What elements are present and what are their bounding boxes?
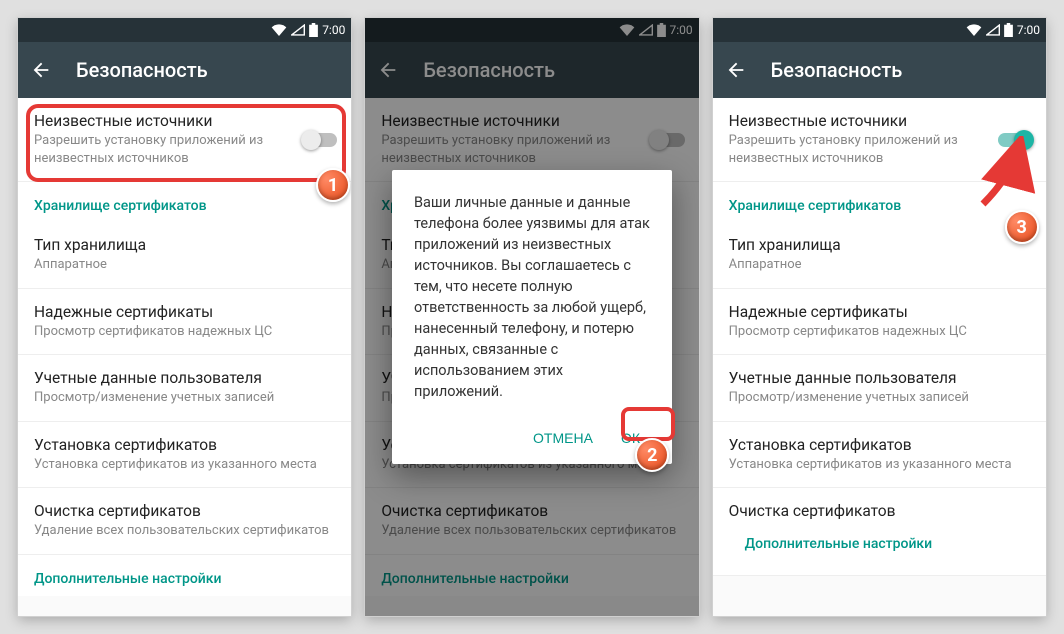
annotation-badge-1: 1 — [316, 168, 350, 202]
settings-list: Неизвестные источники Разрешить установк… — [713, 98, 1046, 576]
row-clear-certs[interactable]: Очистка сертификатов Удаление всех польз… — [18, 488, 351, 555]
row-trusted-certs[interactable]: Надежные сертификаты Просмотр сертификат… — [713, 289, 1046, 356]
row-user-creds[interactable]: Учетные данные пользователя Просмотр/изм… — [713, 355, 1046, 422]
row-trusted-certs[interactable]: Надежные сертификаты Просмотр сертификат… — [18, 289, 351, 356]
back-icon[interactable] — [725, 59, 747, 81]
status-bar: 7:00 — [18, 18, 351, 42]
phone-screen-1: 7:00 Безопасность Неизвестные источники … — [18, 18, 351, 616]
row-install-certs[interactable]: Установка сертификатов Установка сертифи… — [18, 422, 351, 489]
section-advanced: Дополнительные настройки — [18, 555, 351, 596]
row-subtitle: Разрешить установку приложений из неизве… — [34, 132, 335, 167]
settings-list: Неизвестные источники Разрешить установк… — [18, 98, 351, 596]
row-install-certs[interactable]: Установка сертификатов Установка сертифи… — [713, 422, 1046, 489]
signal-icon — [986, 24, 1000, 36]
section-cert-storage: Хранилище сертификатов — [18, 182, 351, 222]
signal-icon — [291, 24, 305, 36]
page-title: Безопасность — [771, 58, 903, 82]
battery-icon — [309, 23, 318, 37]
row-title: Неизвестные источники — [34, 112, 335, 130]
row-unknown-sources[interactable]: Неизвестные источники Разрешить установк… — [18, 98, 351, 182]
status-bar: 7:00 — [713, 18, 1046, 42]
phone-screen-2: 7:00 Безопасность Неизвестные источники … — [365, 18, 698, 616]
page-title: Безопасность — [76, 58, 208, 82]
row-storage-type[interactable]: Тип хранилища Аппаратное — [713, 222, 1046, 289]
app-bar: Безопасность — [18, 42, 351, 98]
battery-icon — [1004, 23, 1013, 37]
wifi-icon — [271, 24, 287, 36]
row-user-creds[interactable]: Учетные данные пользователя Просмотр/изм… — [18, 355, 351, 422]
unknown-sources-toggle[interactable] — [998, 133, 1032, 147]
back-icon[interactable] — [30, 59, 52, 81]
unknown-sources-toggle[interactable] — [303, 133, 337, 147]
row-storage-type[interactable]: Тип хранилища Аппаратное — [18, 222, 351, 289]
confirm-dialog: Ваши личные данные и данные телефона бол… — [392, 170, 672, 464]
phone-screen-3: 7:00 Безопасность Неизвестные источники … — [713, 18, 1046, 616]
status-time: 7:00 — [1017, 23, 1040, 37]
row-clear-certs[interactable]: Очистка сертификатов Дополнительные наст… — [713, 488, 1046, 576]
modal-overlay: Ваши личные данные и данные телефона бол… — [365, 18, 698, 616]
dialog-text: Ваши личные данные и данные телефона бол… — [414, 192, 650, 402]
row-unknown-sources[interactable]: Неизвестные источники Разрешить установк… — [713, 98, 1046, 182]
section-cert-storage: Хранилище сертификатов — [713, 182, 1046, 222]
annotation-badge-3: 3 — [1005, 210, 1039, 244]
status-time: 7:00 — [322, 23, 345, 37]
wifi-icon — [966, 24, 982, 36]
app-bar: Безопасность — [713, 42, 1046, 98]
cancel-button[interactable]: ОТМЕНА — [523, 422, 603, 454]
section-advanced: Дополнительные настройки — [729, 520, 1030, 561]
